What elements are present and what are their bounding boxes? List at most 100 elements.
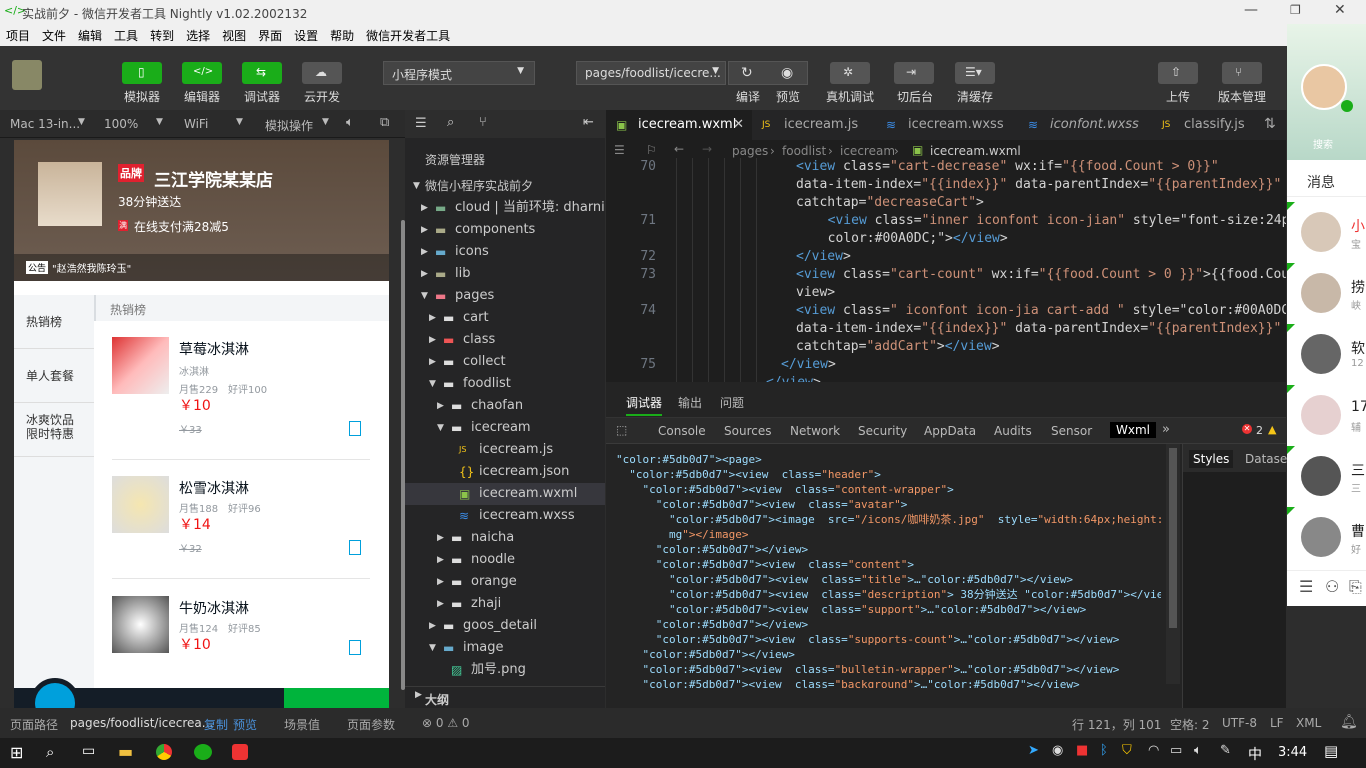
- tab-file[interactable]: ▣ icecream.wxml ✕: [606, 110, 752, 140]
- wxml-node[interactable]: "color:#5db0d7"><view class="bulletin-wr…: [616, 662, 1161, 677]
- refresh-icon[interactable]: ↻: [741, 65, 753, 81]
- contact-item[interactable]: 捞峡: [1287, 263, 1366, 324]
- cloud-button[interactable]: ☁: [302, 62, 342, 84]
- inspect-icon[interactable]: ⬚: [616, 423, 627, 437]
- file-item[interactable]: JS icecream.js: [405, 439, 605, 461]
- chrome-icon[interactable]: [156, 744, 172, 760]
- food-item[interactable]: 牛奶冰淇淋 月售124 好评85 ￥10: [94, 580, 389, 680]
- code-line[interactable]: <view class=" iconfont icon-jia cart-add…: [796, 302, 1286, 320]
- restore-icon[interactable]: ❐: [1290, 3, 1301, 17]
- code-line[interactable]: view>: [796, 284, 835, 302]
- menu-item[interactable]: 视图: [216, 24, 252, 46]
- copy-link[interactable]: 复制: [204, 716, 228, 733]
- bookmark-icon[interactable]: ⚐: [646, 143, 657, 157]
- avatar[interactable]: [12, 60, 42, 90]
- tray-icon[interactable]: ◉: [1052, 743, 1063, 758]
- code-line[interactable]: catchtap="decreaseCart">: [796, 194, 984, 212]
- wxml-node[interactable]: "color:#5db0d7"><page>: [616, 452, 1161, 467]
- problems-count[interactable]: ⊗ 0 ⚠ 0: [422, 716, 470, 730]
- folder-item[interactable]: ▼ ▬ pages: [405, 285, 605, 307]
- add-cart-icon[interactable]: [349, 540, 361, 555]
- code-line[interactable]: catchtap="addCart"></view>: [796, 338, 1000, 356]
- wechat-icon[interactable]: [194, 744, 212, 760]
- debugger-button[interactable]: ⇆: [242, 62, 282, 84]
- devtools-tab[interactable]: Sources: [724, 424, 771, 438]
- breadcrumb-item[interactable]: icecream: [840, 144, 895, 158]
- tab-file[interactable]: ≋ icecream.wxss: [876, 110, 1004, 140]
- folder-item[interactable]: ▶ ▬ collect: [405, 351, 605, 373]
- version-button[interactable]: ⑂: [1222, 62, 1262, 84]
- menu-item[interactable]: 转到: [144, 24, 180, 46]
- files-icon[interactable]: ⎘: [1349, 577, 1362, 597]
- menu-item[interactable]: 编辑: [72, 24, 108, 46]
- folder-item[interactable]: ▶ ▬ class: [405, 329, 605, 351]
- page-select[interactable]: pages/foodlist/icecre... ▼: [576, 61, 726, 85]
- close-icon[interactable]: ✕: [1334, 2, 1346, 18]
- add-friend-icon[interactable]: ⚇: [1325, 577, 1339, 596]
- code-line[interactable]: data-item-index="{{index}}" data-parentI…: [796, 176, 1281, 194]
- tab-output[interactable]: 输出: [678, 394, 702, 411]
- minimize-icon[interactable]: —: [1244, 2, 1258, 18]
- popout-icon[interactable]: ⧉: [380, 115, 389, 130]
- menu-item-drinks[interactable]: 冰爽饮品 限时特惠: [14, 403, 94, 457]
- wxml-node[interactable]: "color:#5db0d7"></view>: [616, 617, 1161, 632]
- code-line[interactable]: <view class="cart-decrease" wx:if="{{foo…: [796, 158, 1219, 176]
- folder-item[interactable]: ▶ ▬ naicha: [405, 527, 605, 549]
- wxml-node[interactable]: "color:#5db0d7"><image src="/icons/咖啡奶茶.…: [616, 512, 1161, 527]
- code-line[interactable]: </view>: [766, 374, 821, 382]
- menu-item-single[interactable]: 单人套餐: [14, 349, 94, 403]
- scene-button[interactable]: 场景值: [284, 716, 320, 733]
- menu-item[interactable]: 项目: [0, 24, 36, 46]
- contact-item[interactable]: 三三: [1287, 446, 1366, 507]
- folder-item[interactable]: ▶ ▬ goos_detail: [405, 615, 605, 637]
- devtools-tab[interactable]: Security: [858, 424, 907, 438]
- folder-item[interactable]: ▶ ▬ cloud | 当前环境: dharni: [405, 197, 605, 219]
- search-input[interactable]: 搜索: [1313, 136, 1333, 151]
- folder-item[interactable]: ▼ ▬ image: [405, 637, 605, 659]
- preview-link[interactable]: 预览: [233, 716, 257, 733]
- contact-item[interactable]: 小宝: [1287, 202, 1366, 263]
- contact-item[interactable]: 曹好: [1287, 507, 1366, 568]
- wxml-node[interactable]: "color:#5db0d7"><view class="background"…: [616, 677, 1161, 688]
- wxml-node[interactable]: "color:#5db0d7"><view class="avatar">: [616, 497, 1161, 512]
- menu-item[interactable]: 工具: [108, 24, 144, 46]
- speaker-icon[interactable]: 🔈︎: [346, 115, 354, 130]
- compile-label[interactable]: 编译: [736, 88, 760, 105]
- breadcrumb-item[interactable]: pages: [732, 144, 768, 158]
- preview-label[interactable]: 预览: [776, 88, 800, 105]
- folder-icon[interactable]: ▬: [118, 742, 133, 761]
- folder-item[interactable]: ▶ ▬ chaofan: [405, 395, 605, 417]
- folder-item[interactable]: ▶ ▬ noodle: [405, 549, 605, 571]
- folder-item[interactable]: ▶ ▬ orange: [405, 571, 605, 593]
- code-line[interactable]: <view class="cart-count" wx:if="{{food.C…: [796, 266, 1286, 284]
- food-item[interactable]: 松雪冰淇淋 月售188 好评96 ￥14 ￥32: [94, 460, 389, 580]
- wxml-node[interactable]: "color:#5db0d7"></view>: [616, 542, 1161, 557]
- shield-icon[interactable]: ⛉: [1122, 743, 1132, 758]
- encoding[interactable]: UTF-8: [1222, 716, 1257, 730]
- indent-setting[interactable]: 空格: 2: [1170, 716, 1210, 733]
- ops-select[interactable]: 模拟操作: [265, 117, 313, 134]
- contact-item[interactable]: 软 12: [1287, 324, 1366, 385]
- app-icon[interactable]: [232, 744, 248, 760]
- file-item[interactable]: ≋ icecream.wxss: [405, 505, 605, 527]
- list-icon[interactable]: ☰: [415, 116, 427, 131]
- folder-item[interactable]: ▶ ▬ cart: [405, 307, 605, 329]
- error-count[interactable]: 2: [1256, 424, 1263, 437]
- notification-icon[interactable]: ▤: [1324, 742, 1338, 760]
- outline-section[interactable]: ▶ 大纲: [405, 686, 605, 708]
- avatar[interactable]: [1301, 64, 1347, 110]
- wxml-node[interactable]: "color:#5db0d7"><view class="title">…"co…: [616, 572, 1161, 587]
- bug-button[interactable]: ✲: [830, 62, 870, 84]
- wxml-node[interactable]: "color:#5db0d7"><view class="support">…"…: [616, 602, 1161, 617]
- folder-item[interactable]: ▶ ▬ icons: [405, 241, 605, 263]
- compare-icon[interactable]: ⇅: [1264, 116, 1276, 132]
- checkout-button[interactable]: [284, 688, 389, 708]
- tab-file[interactable]: ≋ iconfont.wxss: [1018, 110, 1142, 140]
- file-item[interactable]: ▨ 加号.png: [405, 659, 605, 681]
- code-line[interactable]: </view>: [796, 248, 851, 266]
- menu-item[interactable]: 文件: [36, 24, 72, 46]
- code-line[interactable]: </view>: [781, 356, 836, 374]
- collapse-icon[interactable]: ⇤: [583, 115, 594, 130]
- forward-icon[interactable]: →: [702, 142, 712, 156]
- folder-item[interactable]: ▼ ▬ icecream: [405, 417, 605, 439]
